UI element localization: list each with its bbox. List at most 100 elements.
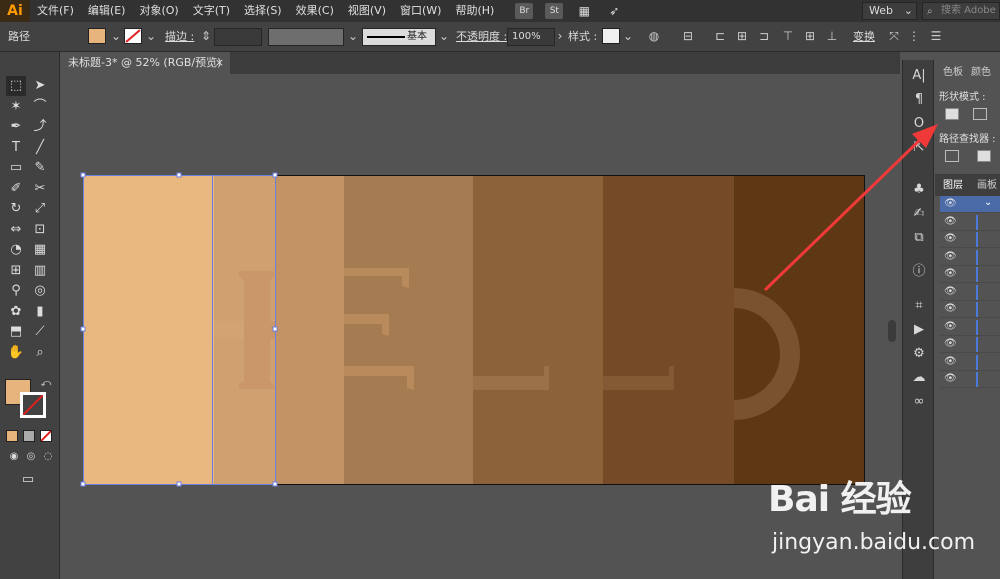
opentype-icon[interactable]: O <box>909 114 929 134</box>
lasso-icon[interactable]: ⌒ <box>30 97 50 117</box>
unite-button[interactable] <box>945 108 959 120</box>
eye-icon[interactable]: 👁 <box>944 216 957 228</box>
eye-icon[interactable]: 👁 <box>944 286 957 298</box>
align-center-icon[interactable]: ⊞ <box>734 28 750 44</box>
graphic-style-swatch[interactable] <box>602 28 620 44</box>
layer-row[interactable]: 👁 <box>940 249 1000 266</box>
menu-item[interactable]: 帮助(H) <box>448 0 501 22</box>
symbols-icon[interactable]: ♣ <box>909 180 929 200</box>
recolor-artwork-icon[interactable]: ◍ <box>646 28 662 44</box>
letter-e-top[interactable] <box>344 268 409 288</box>
menu-item[interactable]: 效果(C) <box>289 0 341 22</box>
layer-row[interactable]: 👁 <box>940 336 1000 353</box>
layer-row[interactable]: 👁 <box>940 301 1000 318</box>
direct-selection-tool-icon[interactable]: ➤ <box>30 76 50 96</box>
paragraph-icon[interactable]: ¶ <box>909 90 929 110</box>
info-icon[interactable]: ⓘ <box>909 262 929 282</box>
chevron-down-icon[interactable]: ⌄ <box>345 28 361 44</box>
blend-tool-icon[interactable]: ◎ <box>30 281 50 301</box>
slice-tool-icon[interactable]: ⟋ <box>30 322 50 342</box>
opacity-label[interactable]: 不透明度 : <box>456 27 507 47</box>
transform-panel-icon[interactable]: ⌗ <box>909 296 929 316</box>
stroke-color-swatch[interactable] <box>20 392 46 418</box>
search-input[interactable]: ⌕ 搜索 Adobe <box>922 2 1000 20</box>
letter-h-bar-left[interactable] <box>214 321 244 339</box>
fill-swatch[interactable] <box>88 28 106 44</box>
transform-label[interactable]: 变换 <box>853 27 875 47</box>
layer-row[interactable]: 👁 <box>940 214 1000 231</box>
menu-item[interactable]: 选择(S) <box>237 0 289 22</box>
screen-mode-icon[interactable]: ▭ <box>18 470 38 490</box>
stroke-label[interactable]: 描边 : <box>165 27 194 47</box>
symbol-sprayer-icon[interactable]: ✿ <box>6 302 26 322</box>
document-tab[interactable]: 未标题-3* @ 52% (RGB/预览) × <box>60 52 230 74</box>
align-to-icon[interactable]: ⊟ <box>680 28 696 44</box>
magic-wand-icon[interactable]: ✶ <box>6 97 26 117</box>
menu-item[interactable]: 对象(O) <box>132 0 185 22</box>
settings-icon[interactable]: ⚙ <box>909 344 929 364</box>
gpu-performance-icon[interactable]: ➶ <box>605 3 623 19</box>
eye-icon[interactable]: 👁 <box>944 373 957 385</box>
letter-l-1[interactable] <box>473 366 549 390</box>
brush-definition[interactable]: 基本 <box>362 28 436 46</box>
chevron-down-icon[interactable]: ⌄ <box>620 28 636 44</box>
variable-width-profile[interactable] <box>268 28 344 46</box>
stroke-weight-field[interactable] <box>214 28 262 46</box>
export-icon[interactable]: ⇱ <box>909 138 929 158</box>
trim-button[interactable] <box>977 150 991 162</box>
gradient-mode-icon[interactable] <box>23 430 35 442</box>
align-left-icon[interactable]: ⊏ <box>712 28 728 44</box>
align-bottom-icon[interactable]: ⊥ <box>824 28 840 44</box>
workspace-switcher[interactable]: Web ⌄ <box>862 2 917 20</box>
layer-row[interactable]: 👁 <box>940 354 1000 371</box>
layer-row[interactable]: 👁 ⌄ <box>940 196 1000 213</box>
libraries-icon[interactable]: ☁ <box>909 368 929 388</box>
selection-tool-icon[interactable]: ⬚ <box>6 76 26 96</box>
bridge-icon[interactable]: Br <box>515 3 534 19</box>
artboard[interactable] <box>83 175 865 485</box>
menu-item[interactable]: 文字(T) <box>186 0 237 22</box>
swap-fill-stroke-icon[interactable]: ⤺ <box>36 374 56 394</box>
chevron-down-icon[interactable]: ⌄ <box>143 28 159 44</box>
stock-icon[interactable]: St <box>545 3 564 19</box>
tab-color[interactable]: 颜色 <box>971 64 991 82</box>
layer-row[interactable]: 👁 <box>940 371 1000 388</box>
panel-menu-icon[interactable]: ☰ <box>928 28 944 44</box>
eye-icon[interactable]: 👁 <box>944 303 957 315</box>
eye-icon[interactable]: 👁 <box>944 233 957 245</box>
scale-tool-icon[interactable]: ⤢ <box>30 199 50 219</box>
menu-item[interactable]: 窗口(W) <box>393 0 448 22</box>
chevron-down-icon[interactable]: ⌄ <box>436 28 452 44</box>
tab-artboards[interactable]: 画板 <box>977 177 997 195</box>
chevron-down-icon[interactable]: ⌄ <box>984 197 992 208</box>
eye-icon[interactable]: 👁 <box>944 356 957 368</box>
eye-icon[interactable]: 👁 <box>944 268 957 280</box>
curvature-tool-icon[interactable]: ⤴ <box>30 117 50 137</box>
links-icon[interactable]: ∞ <box>909 392 929 412</box>
scrollbar-thumb[interactable] <box>888 320 896 342</box>
letter-l-2[interactable] <box>603 366 674 390</box>
rectangle-tool-icon[interactable]: ▭ <box>6 158 26 178</box>
perspective-grid-icon[interactable]: ▦ <box>30 240 50 260</box>
select-similar-icon[interactable]: ⋮ <box>906 28 922 44</box>
shape-builder-icon[interactable]: ◔ <box>6 240 26 260</box>
artboard-tool-icon[interactable]: ⬒ <box>6 322 26 342</box>
eye-icon[interactable]: 👁 <box>944 251 957 263</box>
isolate-icon[interactable]: ⤧ <box>886 28 902 44</box>
letter-e-middle[interactable] <box>344 314 389 336</box>
layer-row[interactable]: 👁 <box>940 284 1000 301</box>
opacity-field[interactable]: 100% <box>507 28 555 46</box>
chevron-right-icon[interactable]: › <box>552 28 568 44</box>
rotate-tool-icon[interactable]: ↻ <box>6 199 26 219</box>
layer-row[interactable]: 👁 <box>940 231 1000 248</box>
scissors-icon[interactable]: ✂ <box>30 179 50 199</box>
menu-item[interactable]: 视图(V) <box>341 0 393 22</box>
tab-swatches[interactable]: 色板 <box>943 64 963 82</box>
none-mode-icon[interactable] <box>40 430 52 442</box>
menu-item[interactable]: 文件(F) <box>30 0 81 22</box>
column-graph-icon[interactable]: ▮ <box>30 302 50 322</box>
hand-tool-icon[interactable]: ✋ <box>6 343 26 363</box>
line-tool-icon[interactable]: ╱ <box>30 138 50 158</box>
stepper-icon[interactable]: ⇕ <box>198 28 214 44</box>
character-icon[interactable]: A| <box>909 66 929 86</box>
